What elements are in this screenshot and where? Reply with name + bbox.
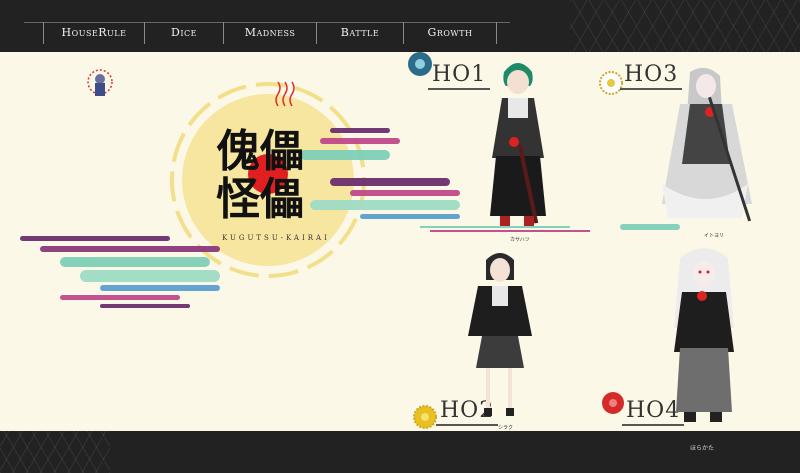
flower-icon-ho2 — [413, 405, 437, 429]
logo-title-line1: 傀儡 — [216, 126, 304, 177]
asanoha-pattern-footer — [0, 431, 110, 473]
character-ho4-figure[interactable] — [664, 248, 744, 428]
cloud-left — [20, 236, 220, 308]
character-ho3-name: イトヨリ — [704, 233, 725, 239]
character-ho3-figure[interactable] — [650, 64, 760, 228]
footer-credit: ほらかた — [690, 445, 715, 452]
footer-bar: ほらかた — [0, 431, 800, 473]
logo-title-line2: 怪儡 — [216, 174, 304, 225]
character-ho2-figure[interactable] — [462, 248, 536, 422]
character-ho2-name: シラク — [498, 425, 514, 431]
logo-subtitle: KUGUTSU-KAIRAI — [222, 234, 330, 242]
character-ho1-figure[interactable] — [478, 56, 558, 232]
character-ho1-name: カサハツ — [510, 237, 530, 243]
